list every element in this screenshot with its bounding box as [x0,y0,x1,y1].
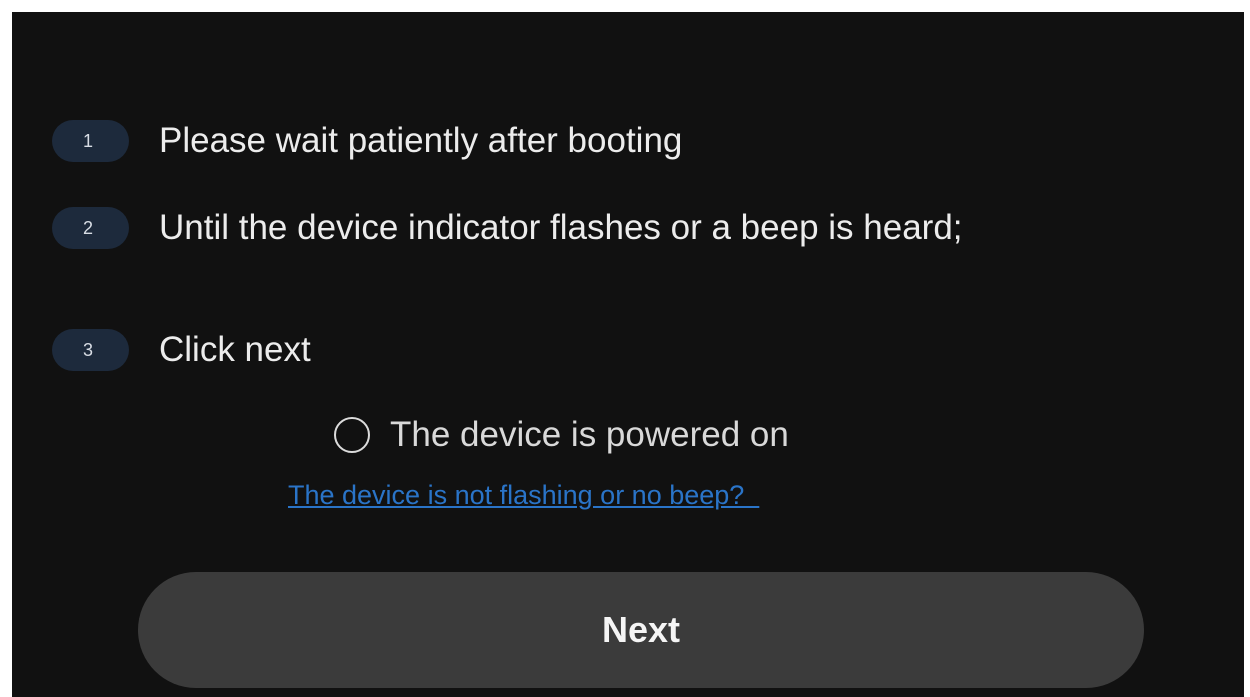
next-button[interactable]: Next [138,572,1144,688]
not-flashing-help-link[interactable]: The device is not flashing or no beep? [288,480,759,511]
step-text: Click next [159,330,311,369]
step-number-badge: 2 [52,207,129,249]
step-number-badge: 3 [52,329,129,371]
step-text: Please wait patiently after booting [159,121,683,160]
step-text: Until the device indicator flashes or a … [159,208,963,247]
setup-screen: 1 Please wait patiently after booting 2 … [12,12,1244,697]
device-powered-on-label[interactable]: The device is powered on [390,415,789,455]
radio-circle-icon[interactable] [334,417,370,453]
step-number-badge: 1 [52,120,129,162]
device-powered-on-checkbox[interactable]: The device is powered on [334,410,789,460]
